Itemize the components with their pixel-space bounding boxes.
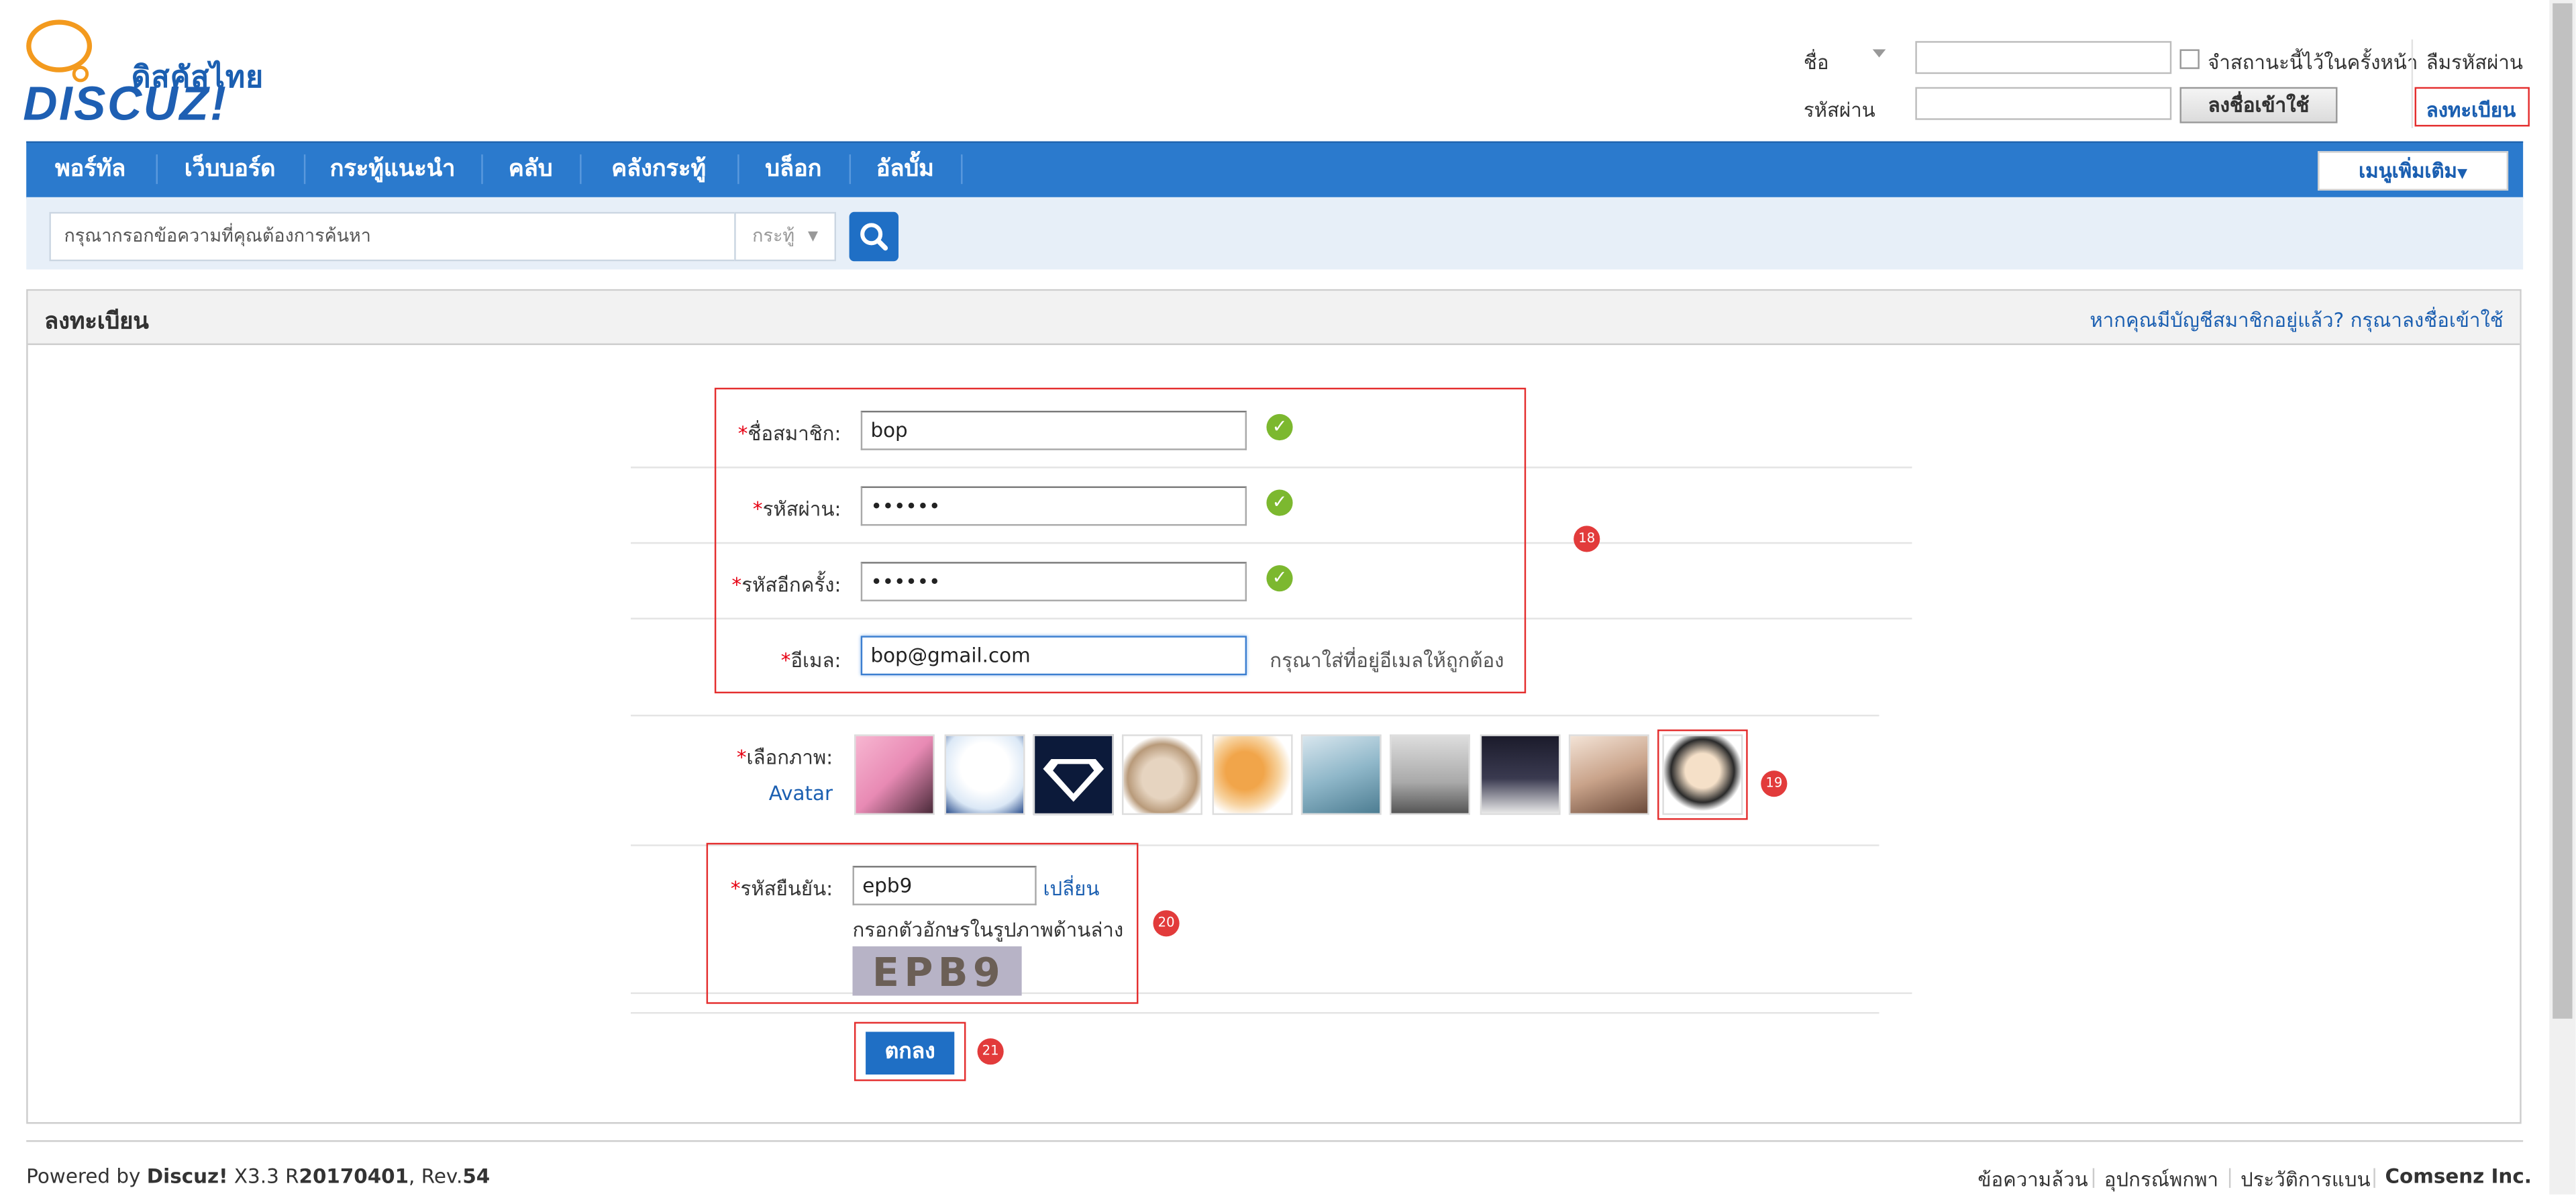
search-type-value: กระทู้ [752, 225, 795, 247]
logo-bubble-icon [26, 19, 93, 72]
required-mark: * [780, 648, 791, 672]
nav-item-club[interactable]: คลับ [483, 142, 578, 197]
footer-divider [26, 1140, 2524, 1142]
more-menu-label: เมนูเพิ่มเติม [2359, 159, 2457, 183]
avatar-option-7[interactable] [1390, 734, 1470, 815]
nav-item-album[interactable]: อัลบั้ม [851, 142, 960, 197]
footer-version: X3.3 R [227, 1164, 299, 1188]
avatar-option-3[interactable] [1033, 734, 1114, 815]
password-label-text: รหัสผ่าน: [762, 497, 841, 521]
scrollbar-thumb[interactable] [2553, 3, 2573, 1019]
avatar-option-2[interactable] [944, 734, 1025, 815]
search-icon [860, 223, 888, 251]
password-input[interactable]: •••••• [860, 486, 1247, 526]
check-icon: ✓ [1266, 565, 1293, 592]
password-confirm-label: *รหัสอีกครั้ง: [690, 570, 841, 601]
avatar-label: *เลือกภาพ: [690, 742, 833, 774]
avatar-option-8[interactable] [1480, 734, 1561, 815]
username-label: *ชื่อสมาชิก: [690, 419, 841, 450]
avatar-option-6[interactable] [1300, 734, 1382, 815]
row-divider [631, 1011, 1879, 1014]
nav-item-archive[interactable]: คลังกระทู้ [582, 142, 736, 197]
page-title: ลงทะเบียน [44, 309, 149, 336]
footer-link-comsenz[interactable]: Comsenz Inc. [2385, 1165, 2531, 1188]
chevron-down-icon: ▼ [2457, 166, 2468, 181]
captcha-label: *รหัสยืนยัน: [690, 874, 833, 905]
avatar-label-text: เลือกภาพ: [746, 746, 833, 769]
required-mark: * [752, 497, 763, 521]
avatar-sub-label: Avatar [768, 782, 833, 805]
password-confirm-label-text: รหัสอีกครั้ง: [741, 573, 841, 597]
login-username-input[interactable] [1915, 41, 2172, 74]
remember-checkbox[interactable] [2179, 49, 2200, 69]
search-button[interactable] [849, 211, 899, 262]
username-label-text: ชื่อสมาชิก: [748, 422, 841, 446]
avatar-option-1[interactable] [854, 734, 935, 815]
footer-link-text-only[interactable]: ข้อความล้วน [1977, 1165, 2088, 1196]
avatar-option-9[interactable] [1568, 734, 1649, 815]
captcha-hint: กรอกตัวอักษรในรูปภาพด้านล่าง [852, 918, 1124, 942]
forgot-password-link[interactable]: ลืมรหัสผ่าน [2426, 48, 2523, 79]
avatar-option-5[interactable] [1212, 734, 1293, 815]
login-password-input[interactable] [1915, 87, 2172, 120]
required-mark: * [731, 573, 742, 597]
remember-label: จำสถานะนี้ไว้ในครั้งหน้า [2208, 50, 2418, 74]
required-mark: * [736, 746, 747, 769]
username-type-dropdown-icon[interactable] [1872, 49, 1886, 58]
nav-item-blog[interactable]: บล็อก [739, 142, 848, 197]
already-member-login-link[interactable]: หากคุณมีบัญชีสมาชิกอยู่แล้ว? กรุณาลงชื่อ… [2090, 305, 2503, 337]
annotation-badge-19: 19 [1761, 770, 1788, 797]
annotation-badge-18: 18 [1574, 526, 1600, 552]
password-label: *รหัสผ่าน: [690, 495, 841, 526]
superman-shield-icon [1043, 758, 1104, 802]
nav-separator [961, 154, 963, 185]
login-password-label: รหัสผ่าน [1803, 98, 1875, 122]
logo-english-text: DISCUZ! [23, 79, 228, 132]
login-button[interactable]: ลงชื่อเข้าใช้ [2179, 87, 2338, 123]
username-input[interactable]: bop [860, 411, 1247, 450]
annotation-badge-20: 20 [1153, 910, 1180, 937]
search-placeholder: กรุณากรอกข้อความที่คุณต้องการค้นหา [64, 225, 371, 247]
login-username-label: ชื่อ [1803, 50, 1829, 74]
avatar-option-10-selected[interactable] [1662, 734, 1743, 815]
footer-link-ban-history[interactable]: ประวัติการแบน [2240, 1165, 2371, 1196]
footer-rev-date: 20170401 [299, 1164, 409, 1188]
chevron-down-icon: ▼ [808, 228, 819, 244]
captcha-input[interactable]: epb9 [852, 866, 1037, 905]
search-type-select[interactable]: กระทู้ ▼ [734, 211, 837, 262]
footer-separator [2228, 1168, 2231, 1188]
register-link[interactable]: ลงทะเบียน [2426, 95, 2516, 127]
footer-link-mobile[interactable]: อุปกรณ์พกพา [2104, 1165, 2218, 1196]
row-divider [631, 714, 1879, 717]
email-input[interactable]: bop@gmail.com [860, 636, 1247, 676]
footer-separator [2373, 1168, 2375, 1188]
search-input[interactable]: กรุณากรอกข้อความที่คุณต้องการค้นหา [49, 211, 736, 262]
login-divider [2411, 39, 2414, 128]
submit-button[interactable]: ตกลง [866, 1032, 955, 1075]
nav-item-recommended[interactable]: กระทู้แนะนำ [305, 142, 479, 197]
check-icon: ✓ [1266, 413, 1293, 441]
email-label-text: อีเมล: [790, 648, 841, 672]
required-mark: * [730, 877, 741, 901]
password-confirm-input[interactable]: •••••• [860, 562, 1247, 601]
footer-rev-num: 54 [462, 1164, 491, 1188]
footer-rev-label: , Rev. [409, 1164, 463, 1188]
footer-powered-by: Powered by Discuz! X3.3 R20170401, Rev.5… [26, 1165, 490, 1188]
avatar-option-4[interactable] [1121, 734, 1202, 815]
email-label: *อีเมล: [690, 646, 841, 677]
email-hint: กรุณาใส่ที่อยู่อีเมลให้ถูกต้อง [1270, 648, 1504, 672]
captcha-label-text: รหัสยืนยัน: [740, 877, 833, 901]
captcha-image[interactable]: EPB9 [852, 946, 1022, 996]
captcha-change-link[interactable]: เปลี่ยน [1043, 874, 1099, 905]
more-menu-button[interactable]: เมนูเพิ่มเติม▼ [2318, 151, 2509, 191]
nav-item-portal[interactable]: พอร์ทัล [26, 142, 154, 197]
check-icon: ✓ [1266, 489, 1293, 516]
powered-prefix: Powered by [26, 1164, 147, 1188]
captcha-image-text: EPB9 [872, 949, 1006, 996]
required-mark: * [737, 422, 748, 446]
footer-brand-link[interactable]: Discuz! [147, 1165, 228, 1188]
nav-item-forum[interactable]: เว็บบอร์ด [158, 142, 302, 197]
footer-separator [2092, 1168, 2095, 1188]
annotation-badge-21: 21 [977, 1038, 1004, 1065]
